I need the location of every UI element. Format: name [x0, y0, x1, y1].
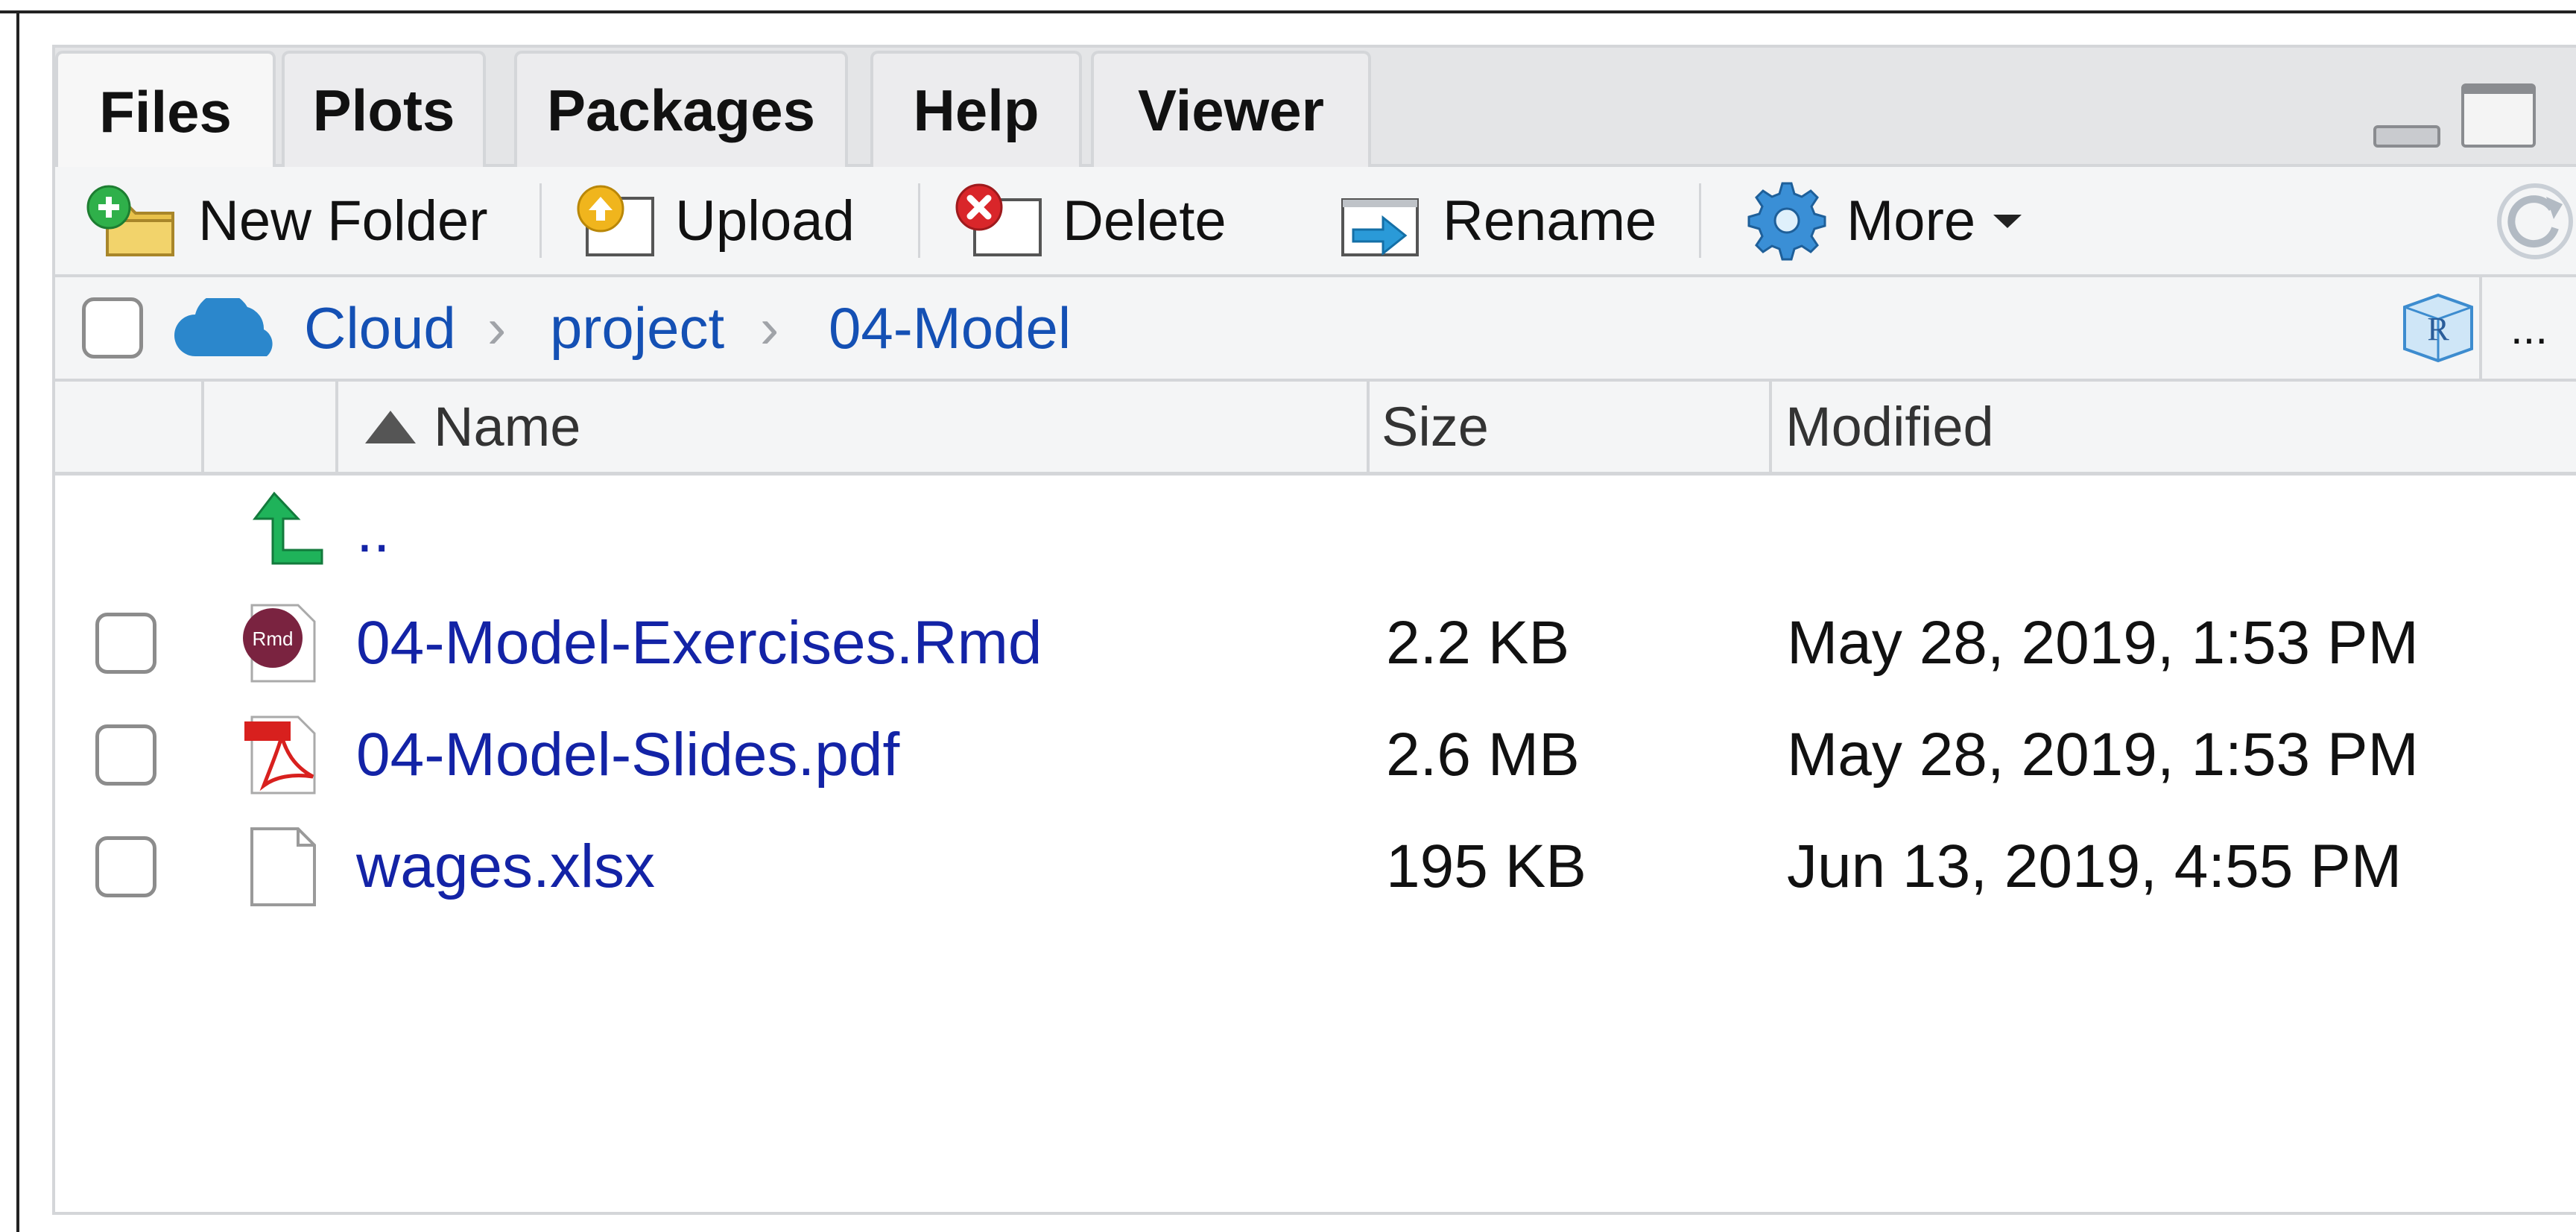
- modified-column-header[interactable]: Modified: [1769, 382, 2576, 472]
- file-size: 2.6 MB: [1386, 721, 1580, 789]
- toolbar-separator: [1699, 183, 1701, 258]
- file-checkbox[interactable]: [95, 836, 156, 897]
- breadcrumb-separator: ›: [760, 296, 779, 360]
- file-row: wages.xlsx 195 KB Jun 13, 2019, 4:55 PM: [55, 811, 2576, 923]
- name-column-header[interactable]: Name: [335, 382, 1420, 472]
- generic-file-icon: [250, 827, 316, 906]
- pdf-file-icon: [244, 715, 316, 795]
- gear-icon: [1747, 182, 1826, 261]
- breadcrumb: Cloud › project › 04-Model R ...: [55, 277, 2576, 382]
- svg-text:R: R: [2427, 311, 2449, 347]
- new-folder-icon: [86, 185, 174, 256]
- upload-label: Upload: [675, 189, 855, 253]
- minimize-pane-icon[interactable]: [2373, 125, 2440, 148]
- size-column-label: Size: [1382, 396, 1489, 458]
- toolbar-separator: [918, 183, 920, 258]
- select-all-checkbox[interactable]: [82, 297, 143, 358]
- maximize-pane-icon[interactable]: [2461, 83, 2536, 148]
- more-label: More: [1846, 189, 1976, 253]
- parent-directory-row[interactable]: ..: [55, 476, 2576, 587]
- breadcrumb-cloud[interactable]: Cloud: [304, 277, 456, 379]
- window-left-rule: [16, 10, 19, 1232]
- new-folder-button[interactable]: New Folder: [85, 167, 488, 274]
- file-checkbox[interactable]: [95, 613, 156, 674]
- file-modified: Jun 13, 2019, 4:55 PM: [1787, 833, 2402, 900]
- file-name-link[interactable]: wages.xlsx: [356, 811, 655, 923]
- upload-button[interactable]: Upload: [571, 167, 855, 274]
- tab-plots[interactable]: Plots: [282, 51, 486, 167]
- file-size: 195 KB: [1386, 833, 1586, 900]
- file-checkbox[interactable]: [95, 724, 156, 786]
- modified-column-label: Modified: [1785, 396, 1994, 458]
- name-column-label: Name: [434, 396, 581, 458]
- files-pane: Files Plots Packages Help Viewer New Fol…: [52, 45, 2576, 1215]
- breadcrumb-project[interactable]: project: [550, 277, 724, 379]
- tab-help[interactable]: Help: [870, 51, 1082, 167]
- sort-ascending-icon: [365, 410, 416, 443]
- parent-directory-link[interactable]: ..: [356, 476, 390, 587]
- more-menu-button[interactable]: More: [1745, 167, 2026, 274]
- rename-icon: [1341, 198, 1419, 256]
- new-folder-label: New Folder: [198, 189, 488, 253]
- file-name-link[interactable]: 04-Model-Slides.pdf: [356, 699, 899, 811]
- file-modified: May 28, 2019, 1:53 PM: [1787, 721, 2419, 789]
- file-row: Rmd 04-Model-Exercises.Rmd 2.2 KB May 28…: [55, 587, 2576, 699]
- pane-window-controls: [2373, 83, 2537, 158]
- delete-label: Delete: [1063, 189, 1227, 253]
- pane-tab-bar: Files Plots Packages Help Viewer: [55, 48, 2576, 170]
- delete-button[interactable]: Delete: [949, 167, 1227, 274]
- window-top-rule: [0, 10, 2576, 13]
- files-toolbar: New Folder Upload Delete Rename More: [55, 167, 2576, 277]
- file-name-link[interactable]: 04-Model-Exercises.Rmd: [356, 587, 1042, 699]
- tab-viewer[interactable]: Viewer: [1091, 51, 1371, 167]
- svg-text:Rmd: Rmd: [253, 628, 294, 650]
- tab-packages[interactable]: Packages: [514, 51, 848, 167]
- chevron-down-icon: [1993, 215, 2022, 228]
- r-project-icon[interactable]: R: [2397, 291, 2479, 365]
- up-arrow-icon: [252, 491, 323, 565]
- upload-icon: [577, 185, 654, 256]
- size-column-header[interactable]: Size: [1367, 382, 1769, 472]
- overflow-menu-button[interactable]: ...: [2479, 277, 2576, 379]
- rmd-file-icon: Rmd: [243, 604, 316, 683]
- breadcrumb-separator: ›: [487, 296, 507, 360]
- tab-files[interactable]: Files: [55, 51, 276, 170]
- cloud-icon: [174, 298, 273, 356]
- rename-label: Rename: [1443, 189, 1657, 253]
- icon-column-header: [201, 382, 335, 472]
- delete-icon: [955, 183, 1042, 256]
- file-list-header: Name Size Modified: [55, 382, 2576, 476]
- refresh-icon[interactable]: [2494, 180, 2576, 262]
- toolbar-separator: [539, 183, 542, 258]
- file-size: 2.2 KB: [1386, 609, 1570, 677]
- breadcrumb-04-model[interactable]: 04-Model: [829, 277, 1071, 379]
- file-modified: May 28, 2019, 1:53 PM: [1787, 609, 2419, 677]
- rename-button[interactable]: Rename: [1338, 167, 1656, 274]
- file-row: 04-Model-Slides.pdf 2.6 MB May 28, 2019,…: [55, 699, 2576, 811]
